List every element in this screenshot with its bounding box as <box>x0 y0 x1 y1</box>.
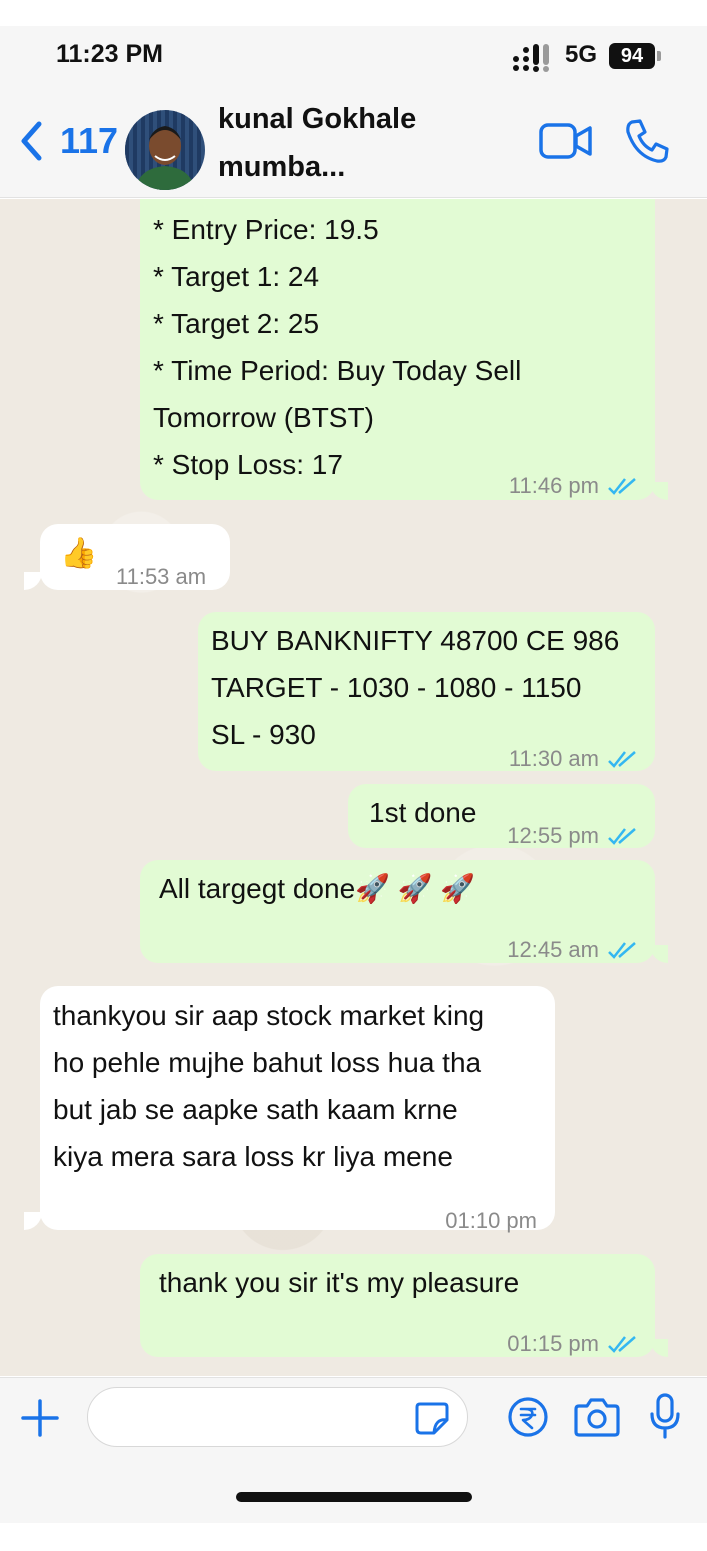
battery-level: 94 <box>609 43 655 69</box>
message-bubble-incoming[interactable]: 👍 11:53 am <box>40 524 230 590</box>
message-meta: 12:45 am <box>507 926 637 973</box>
message-bubble-outgoing[interactable]: 1st done 12:55 pm <box>348 784 655 848</box>
home-indicator <box>236 1492 472 1502</box>
bubble-tail <box>650 482 668 500</box>
message-meta: 11:46 pm <box>509 462 637 509</box>
phone-icon[interactable] <box>624 118 670 164</box>
message-meta: 01:10 pm <box>445 1197 537 1244</box>
message-text: 1st done <box>369 797 477 828</box>
bubble-tail <box>24 1212 42 1230</box>
message-time: 11:53 am <box>116 564 207 589</box>
network-type: 5G <box>565 41 598 68</box>
message-time: 01:15 pm <box>507 1331 599 1356</box>
message-text: 👍 <box>60 537 98 570</box>
message-bubble-outgoing[interactable]: thank you sir it's my pleasure 01:15 pm <box>140 1254 655 1357</box>
message-time: 12:55 pm <box>507 823 599 848</box>
avatar-image <box>125 110 205 190</box>
message-input-bar <box>0 1377 707 1523</box>
avatar[interactable] <box>125 110 205 190</box>
message-text: All targegt done🚀 🚀 🚀 <box>159 873 476 904</box>
unread-count: 117 <box>60 120 119 161</box>
double-check-icon <box>608 941 636 959</box>
camera-icon[interactable] <box>574 1396 620 1438</box>
message-meta: 01:15 pm <box>507 1320 637 1367</box>
battery-nub <box>657 51 661 61</box>
message-bubble-incoming[interactable]: thankyou sir aap stock market king ho pe… <box>40 986 555 1233</box>
sticker-icon[interactable] <box>414 1400 450 1436</box>
message-time: 01:10 pm <box>445 1208 537 1233</box>
rupee-icon[interactable] <box>507 1396 549 1438</box>
message-text: thankyou sir aap stock market king ho pe… <box>53 1000 485 1172</box>
bubble-tail <box>650 1339 668 1357</box>
bubble-tail <box>24 572 42 590</box>
status-time: 11:23 PM <box>56 40 164 68</box>
message-meta: 11:30 am <box>509 735 637 782</box>
video-camera-icon[interactable] <box>539 122 593 160</box>
contact-name[interactable]: kunal Gokhale <box>218 100 458 138</box>
signal-strength-icon <box>513 44 549 72</box>
message-bubble-outgoing[interactable]: All targegt done🚀 🚀 🚀 12:45 am <box>140 860 655 963</box>
double-check-icon <box>608 477 636 495</box>
double-check-icon <box>608 827 636 845</box>
double-check-icon <box>608 1335 636 1353</box>
double-check-icon <box>608 750 636 768</box>
message-input[interactable] <box>87 1387 468 1447</box>
plus-icon[interactable] <box>20 1398 60 1438</box>
message-text: thank you sir it's my pleasure <box>159 1267 520 1298</box>
message-text: * Entry Price: 19.5 * Target 1: 24 * Tar… <box>153 214 522 480</box>
microphone-icon[interactable] <box>648 1392 682 1440</box>
chevron-left-icon <box>21 121 42 161</box>
bubble-tail <box>650 945 668 963</box>
chat-area[interactable]: * Entry Price: 19.5 * Target 1: 24 * Tar… <box>0 199 707 1376</box>
contact-subtitle[interactable]: mumba... <box>218 148 345 186</box>
message-bubble-outgoing[interactable]: * Entry Price: 19.5 * Target 1: 24 * Tar… <box>140 199 655 500</box>
message-meta: 11:53 am <box>116 553 206 600</box>
status-bar: 11:23 PM 5G 94 <box>0 26 707 82</box>
message-bubble-outgoing[interactable]: BUY BANKNIFTY 48700 CE 986 TARGET - 1030… <box>198 612 655 771</box>
chat-header: 117 kunal Gokhale mumba... <box>0 82 707 198</box>
message-time: 11:30 am <box>508 746 599 771</box>
message-meta: 12:55 pm <box>507 812 637 859</box>
message-time: 12:45 am <box>507 937 599 962</box>
phone-screen: 11:23 PM 5G 94 117 kunal Gokhale mumba..… <box>0 0 707 1551</box>
message-time: 11:46 pm <box>508 473 599 498</box>
back-button[interactable]: 117 <box>18 120 118 162</box>
